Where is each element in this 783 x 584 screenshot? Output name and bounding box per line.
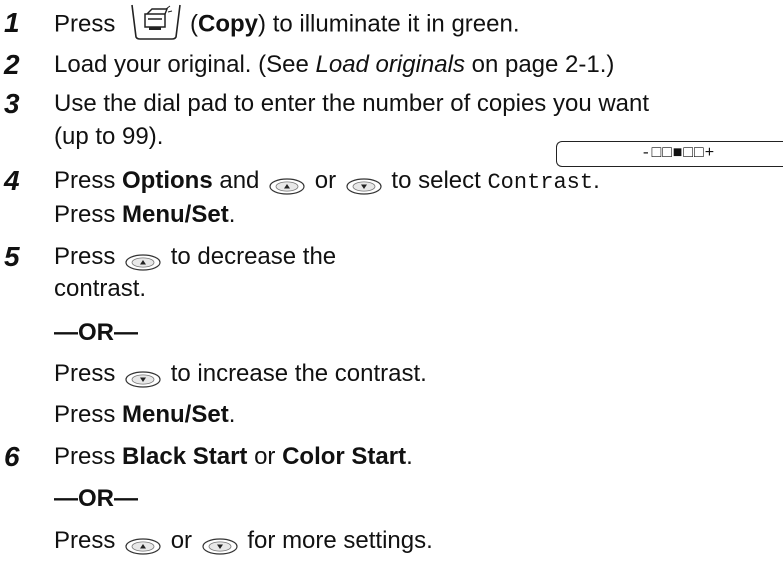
down-arrow-key-icon bbox=[346, 171, 382, 195]
cross-reference: Load originals bbox=[315, 51, 465, 78]
up-arrow-key-icon bbox=[125, 247, 161, 271]
step-text: (up to 99). bbox=[54, 123, 164, 150]
step-number: 1 bbox=[4, 7, 20, 38]
up-arrow-key-icon bbox=[269, 171, 305, 195]
up-arrow-key-icon bbox=[125, 531, 161, 555]
step-text: Press bbox=[54, 167, 123, 194]
down-arrow-key-icon bbox=[202, 531, 238, 555]
step-number: 6 bbox=[4, 441, 20, 472]
down-arrow-key-icon bbox=[125, 364, 161, 388]
step-number: 2 bbox=[4, 49, 20, 80]
copy-key-icon bbox=[126, 3, 186, 41]
step-text: Press bbox=[54, 243, 116, 270]
step-number: 5 bbox=[4, 241, 20, 272]
step-text: Use the dial pad to enter the number of … bbox=[54, 90, 650, 117]
step-number: 4 bbox=[4, 165, 20, 196]
step-text: Load your original. (See bbox=[54, 51, 316, 78]
step-text: Press bbox=[54, 10, 116, 38]
lcd-contrast-display: -□□■□□+ bbox=[556, 141, 783, 167]
lcd-menu-option: Contrast bbox=[487, 170, 594, 195]
step-text: Press bbox=[54, 443, 123, 470]
step-number: 3 bbox=[4, 88, 20, 119]
